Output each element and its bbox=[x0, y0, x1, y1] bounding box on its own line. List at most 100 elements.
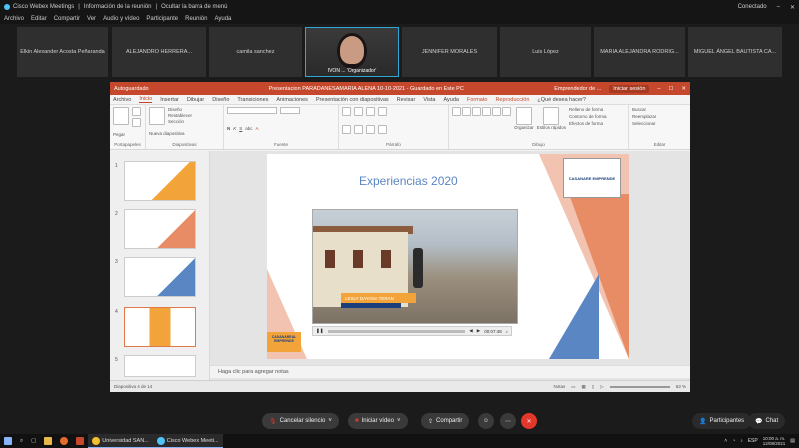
tab-inicio[interactable]: Inicio bbox=[139, 96, 153, 103]
quick-styles-label[interactable]: Estilos rápidos bbox=[537, 125, 566, 130]
tab-ayuda[interactable]: Ayuda bbox=[443, 97, 459, 103]
minimize-icon[interactable]: – bbox=[777, 4, 780, 11]
menu-archivo[interactable]: Archivo bbox=[4, 16, 24, 22]
hide-menu-bar-link[interactable]: Ocultar la barra de menú bbox=[161, 4, 227, 10]
tab-transiciones[interactable]: Transiciones bbox=[237, 97, 268, 103]
menu-ver[interactable]: Ver bbox=[87, 16, 96, 22]
language-indicator[interactable]: ESP bbox=[748, 438, 758, 444]
tab-vista[interactable]: Vista bbox=[423, 97, 435, 103]
play-pause-icon[interactable]: ❚❚ bbox=[316, 328, 324, 334]
font-name-input[interactable] bbox=[227, 107, 277, 114]
tab-reproduccion[interactable]: Reproducción bbox=[495, 97, 529, 103]
slide-thumbnail-selected[interactable] bbox=[124, 307, 196, 347]
new-slide-icon[interactable] bbox=[149, 107, 165, 125]
meeting-info-link[interactable]: Información de la reunión bbox=[84, 4, 152, 10]
shape-fill-button[interactable]: Relleno de forma bbox=[569, 107, 607, 112]
zoom-slider[interactable] bbox=[609, 385, 670, 388]
tab-formato[interactable]: Formato bbox=[467, 97, 487, 103]
find-button[interactable]: Buscar bbox=[632, 107, 687, 112]
tab-revisar[interactable]: Revisar bbox=[397, 97, 416, 103]
shape-outline-button[interactable]: Contorno de forma bbox=[569, 114, 607, 119]
unmute-button[interactable]: 🎙 Cancelar silencio ˅ bbox=[262, 413, 339, 429]
file-explorer-button[interactable] bbox=[40, 434, 56, 448]
shape-arrow-icon[interactable] bbox=[472, 107, 481, 116]
shape-line-icon[interactable] bbox=[462, 107, 471, 116]
ppt-maximize-icon[interactable]: ☐ bbox=[668, 86, 673, 92]
sign-in-button[interactable]: Iniciar sesión bbox=[609, 84, 650, 93]
menu-compartir[interactable]: Compartir bbox=[54, 16, 80, 22]
shape-rect-icon[interactable] bbox=[452, 107, 461, 116]
slide-thumbnail[interactable] bbox=[124, 161, 196, 201]
underline-button[interactable]: S bbox=[239, 126, 242, 131]
firefox-button[interactable] bbox=[56, 434, 72, 448]
participant-tile[interactable]: MARIA ALEJANDRA RODRIG... bbox=[594, 27, 685, 77]
align-center-icon[interactable] bbox=[354, 124, 363, 134]
network-icon[interactable]: ◔ bbox=[732, 438, 735, 444]
volume-icon[interactable]: ♪ bbox=[740, 438, 743, 444]
font-size-input[interactable] bbox=[280, 107, 300, 114]
ppt-user[interactable]: Emprendedor de ... bbox=[554, 86, 601, 92]
slide-thumbnail[interactable] bbox=[124, 355, 196, 377]
participant-tile-video[interactable]: IVON ... 'Organizador' bbox=[305, 27, 399, 77]
tab-presentacion[interactable]: Presentación con diapositivas bbox=[316, 97, 389, 103]
notes-pane[interactable]: Haga clic para agregar notas bbox=[210, 365, 690, 378]
align-left-icon[interactable] bbox=[342, 124, 351, 134]
video-seek-bar[interactable] bbox=[327, 329, 466, 333]
notes-toggle[interactable]: Notas bbox=[553, 384, 565, 389]
select-button[interactable]: Seleccionar bbox=[632, 121, 687, 126]
new-slide-label[interactable]: Nueva diapositiva bbox=[149, 131, 220, 136]
slideshow-icon[interactable]: ▷ bbox=[600, 384, 603, 390]
participant-tile[interactable]: Elkin Alexander Acosta Peñaranda bbox=[17, 27, 108, 77]
leave-meeting-button[interactable]: ✕ bbox=[521, 413, 537, 429]
powerpoint-button[interactable] bbox=[72, 434, 88, 448]
tab-dibujar[interactable]: Dibujar bbox=[187, 97, 204, 103]
start-video-button[interactable]: ■ Iniciar vídeo ˅ bbox=[348, 413, 408, 429]
cut-icon[interactable] bbox=[132, 107, 141, 116]
notifications-icon[interactable]: ▤ bbox=[790, 438, 795, 444]
paste-icon[interactable] bbox=[113, 107, 129, 125]
menu-ayuda[interactable]: Ayuda bbox=[214, 16, 231, 22]
ppt-minimize-icon[interactable]: – bbox=[657, 86, 660, 92]
clock-date[interactable]: 12/08/2021 bbox=[763, 441, 786, 446]
autosave-toggle[interactable]: Autoguardado bbox=[114, 86, 149, 92]
numbering-icon[interactable] bbox=[354, 107, 363, 116]
task-view-button[interactable]: ▢ bbox=[27, 434, 40, 448]
slide-title[interactable]: Experiencias 2020 bbox=[359, 174, 458, 188]
embedded-video[interactable]: LESLY DAYANA TERAN bbox=[312, 209, 518, 324]
participant-tile[interactable]: camila sanchez bbox=[209, 27, 302, 77]
quick-styles-icon[interactable] bbox=[543, 107, 560, 125]
reset-button[interactable]: Restablecer bbox=[168, 113, 192, 118]
layout-button[interactable]: Diseño bbox=[168, 107, 192, 112]
forward-icon[interactable]: ▶ bbox=[477, 328, 480, 334]
tell-me-search[interactable]: ¿Qué desea hacer? bbox=[537, 97, 586, 103]
copy-icon[interactable] bbox=[132, 118, 141, 127]
justify-icon[interactable] bbox=[378, 124, 387, 134]
shape-more-icon[interactable] bbox=[502, 107, 511, 116]
close-icon[interactable]: ✕ bbox=[790, 4, 795, 11]
participant-tile[interactable]: Luis López bbox=[500, 27, 591, 77]
ppt-close-icon[interactable]: ✕ bbox=[681, 86, 686, 92]
tab-insertar[interactable]: Insertar bbox=[160, 97, 179, 103]
italic-button[interactable]: K bbox=[233, 126, 236, 131]
replace-button[interactable]: Reemplazar bbox=[632, 114, 687, 119]
reactions-button[interactable]: ☺ bbox=[478, 413, 494, 429]
outdent-icon[interactable] bbox=[378, 107, 387, 116]
menu-reunion[interactable]: Reunión bbox=[185, 16, 207, 22]
browser-task[interactable]: Universidad SAN... bbox=[88, 434, 153, 448]
menu-audio-video[interactable]: Audio y vídeo bbox=[103, 16, 139, 22]
shape-oval-icon[interactable] bbox=[482, 107, 491, 116]
participants-button[interactable]: 👤 Participantes bbox=[692, 413, 752, 429]
bold-button[interactable]: N bbox=[227, 126, 230, 131]
webex-task[interactable]: Cisco Webex Meeti... bbox=[152, 434, 223, 448]
menu-participante[interactable]: Participante bbox=[146, 16, 178, 22]
search-button[interactable]: ⌕ bbox=[16, 434, 27, 448]
shape-triangle-icon[interactable] bbox=[492, 107, 501, 116]
arrange-icon[interactable] bbox=[515, 107, 532, 125]
shape-effects-button[interactable]: Efectos de forma bbox=[569, 121, 607, 126]
bullets-icon[interactable] bbox=[342, 107, 351, 116]
tab-archivo[interactable]: Archivo bbox=[113, 97, 131, 103]
zoom-level[interactable]: 63 % bbox=[676, 384, 686, 389]
slide-thumbnail[interactable] bbox=[124, 257, 196, 297]
tab-animaciones[interactable]: Animaciones bbox=[276, 97, 308, 103]
section-button[interactable]: Sección bbox=[168, 119, 192, 124]
